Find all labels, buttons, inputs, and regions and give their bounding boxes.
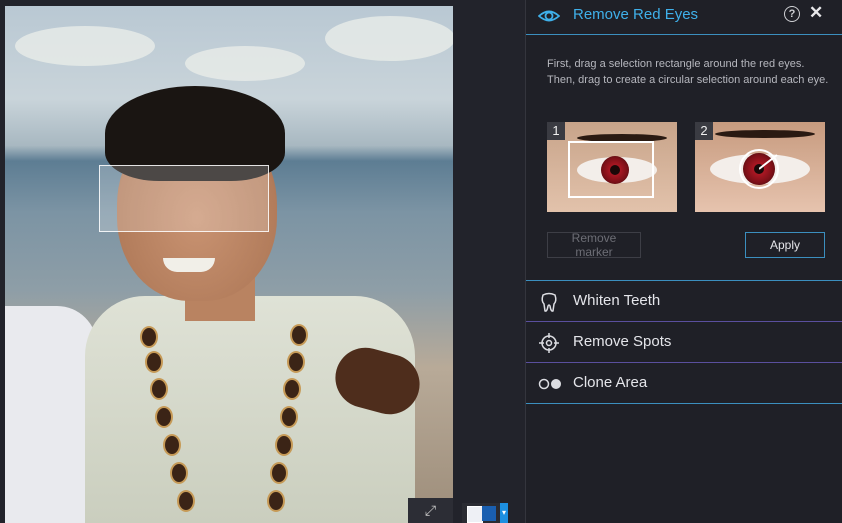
panel-title: Remove Red Eyes <box>573 6 699 23</box>
tool-remove-spots[interactable]: Remove Spots <box>526 322 842 362</box>
photo-canvas[interactable]: ⤢ ▾ <box>0 0 525 523</box>
red-eye-selection-rectangle[interactable] <box>99 165 269 232</box>
tool-label: Remove Spots <box>573 333 672 350</box>
instructions-text: First, drag a selection rectangle around… <box>547 58 829 86</box>
question-circle-icon[interactable]: ? <box>784 6 800 22</box>
clone-icon <box>538 378 561 390</box>
expand-icon: ⤢ <box>424 502 437 518</box>
step-number: 2 <box>695 122 713 140</box>
tool-clone-area[interactable]: Clone Area <box>526 363 842 403</box>
tool-label: Whiten Teeth <box>573 292 661 309</box>
apply-button[interactable]: Apply <box>745 232 825 258</box>
expand-button[interactable]: ⤢ <box>408 498 453 523</box>
compare-view-button[interactable]: ▾ <box>462 503 508 523</box>
step-2-example-image: 2 <box>695 122 825 212</box>
step-number: 1 <box>547 122 565 140</box>
remove-marker-button[interactable]: Remove marker <box>547 231 641 259</box>
tool-label: Clone Area <box>573 374 648 391</box>
chevron-down-icon[interactable]: ▾ <box>500 503 508 523</box>
tools-panel: Remove Red Eyes ? ✕ First, drag a select… <box>525 0 842 523</box>
tooth-icon <box>541 292 557 312</box>
photo[interactable] <box>5 6 453 523</box>
tool-whiten-teeth[interactable]: Whiten Teeth <box>526 281 842 321</box>
eye-icon <box>538 10 560 22</box>
divider <box>526 403 842 404</box>
step-1-example-image: 1 <box>547 122 677 212</box>
remove-red-eyes-header[interactable]: Remove Red Eyes ? ✕ <box>526 0 842 35</box>
crosshair-icon <box>539 333 559 353</box>
compare-icon <box>467 506 483 523</box>
close-icon[interactable]: ✕ <box>809 3 823 23</box>
